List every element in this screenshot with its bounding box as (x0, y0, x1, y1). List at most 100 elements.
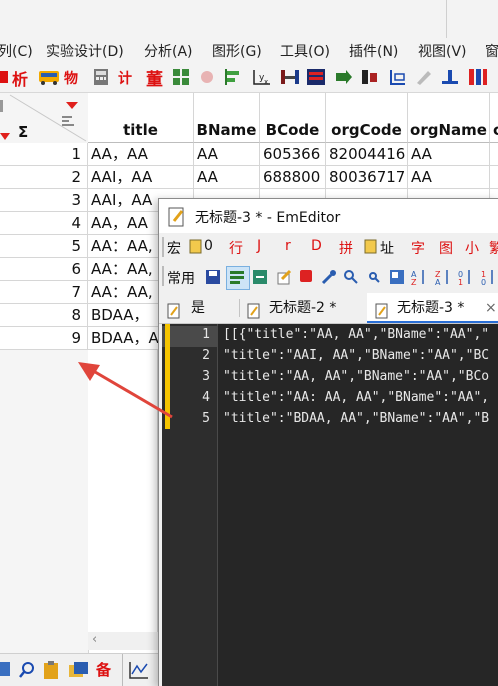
table-cell-empty[interactable] (88, 534, 158, 557)
macro-line-button[interactable]: 行 (229, 238, 243, 258)
table-cell-title[interactable]: AAI，AA (88, 166, 194, 189)
table-cell-empty[interactable] (88, 580, 158, 603)
align-left-icon[interactable] (224, 68, 242, 86)
row-number[interactable]: 6 (0, 258, 88, 281)
save-icon[interactable] (205, 269, 221, 289)
search-icon[interactable] (18, 661, 36, 683)
row-number[interactable]: 7 (0, 281, 88, 304)
calc-tool-button[interactable]: 计 (118, 68, 132, 88)
tab-shi[interactable]: 是 (165, 293, 235, 323)
tool-icon[interactable] (321, 269, 337, 289)
macro-addr-icon[interactable] (364, 239, 378, 259)
menu-graph[interactable]: 图形(G) (212, 41, 262, 61)
row-number[interactable]: 8 (0, 304, 88, 327)
code-line[interactable]: [[{"title":"AA, AA","BName":"AA"," (223, 327, 489, 342)
menu-addins[interactable]: 插件(N) (349, 41, 398, 61)
table-cell-more[interactable] (490, 166, 498, 189)
table-cell-empty[interactable] (88, 488, 158, 511)
grid-icon[interactable] (172, 68, 190, 86)
macro-pinyin-button[interactable]: 拼 (339, 238, 353, 258)
menu-columns[interactable]: 列(C) (0, 41, 33, 61)
sort-asc-icon[interactable]: AZ (411, 268, 427, 290)
table-cell-orgcode[interactable]: 82004416 (326, 143, 408, 166)
scale-icon[interactable] (440, 68, 458, 86)
chart-icon[interactable] (128, 660, 150, 684)
table-cell-bcode[interactable]: 688800 (260, 166, 326, 189)
table-icon[interactable] (306, 68, 325, 86)
macro-run-icon[interactable] (189, 239, 203, 259)
code-line[interactable]: "title":"BDAA, AA","BName":"AA","B (223, 411, 489, 426)
analyze-tool-button[interactable]: 析 (12, 66, 28, 90)
menu-view[interactable]: 视图(V) (418, 41, 467, 61)
code-line[interactable]: "title":"AA, AA","BName":"AA","BCo (223, 369, 489, 384)
table-cell-empty[interactable] (88, 557, 158, 580)
menu-doe[interactable]: 实验设计(D) (46, 41, 124, 61)
toolbar-cut-icon[interactable] (0, 68, 8, 86)
wrap-toggle[interactable] (226, 266, 250, 290)
macro-0-button[interactable]: 0 (204, 238, 213, 254)
window-icon[interactable] (0, 662, 10, 676)
col-header-title[interactable]: title (88, 93, 194, 143)
macro-small-button[interactable]: 小 (465, 238, 479, 258)
backup-button[interactable]: 备 (96, 659, 111, 680)
scroll-left-icon[interactable]: ‹ (92, 632, 97, 647)
row-number[interactable]: 3 (0, 189, 88, 212)
code-line[interactable]: "title":"AA: AA, AA","BName":"AA", (223, 390, 489, 405)
folders-icon[interactable] (68, 660, 90, 684)
table-cell-more[interactable] (490, 143, 498, 166)
table-cell-empty[interactable] (88, 511, 158, 534)
boxplot-icon[interactable] (360, 68, 378, 86)
table-cell-bname[interactable]: AA (194, 166, 260, 189)
object-tool-button[interactable]: 物 (64, 68, 78, 88)
table-cell-bcode[interactable]: 605366 (260, 143, 326, 166)
table-cell-orgcode[interactable]: 80036717 (326, 166, 408, 189)
sort-desc-icon[interactable]: ZA (435, 268, 451, 290)
bus-icon[interactable] (38, 68, 59, 86)
clipboard-icon[interactable] (42, 660, 60, 684)
sort-num-desc-icon[interactable]: 10 (481, 268, 497, 290)
row-number[interactable]: 4 (0, 212, 88, 235)
editor-area[interactable]: 1 2 3 4 5 [[{"title":"AA, AA","BName":"AA","… (162, 324, 498, 686)
matrix-icon[interactable] (468, 68, 487, 86)
macro-image-button[interactable]: 图 (439, 238, 453, 258)
find-icon[interactable] (343, 269, 359, 289)
arrow-right-icon[interactable] (334, 68, 352, 86)
col-header-more[interactable]: c (490, 93, 498, 143)
outline-icon[interactable] (389, 269, 405, 289)
macro-j-button[interactable]: J (257, 238, 261, 254)
code-line[interactable]: "title":"AAI, AA","BName":"AA","BC (223, 348, 489, 363)
col-header-orgcode[interactable]: orgCode (326, 93, 408, 143)
row-number[interactable]: 1 (0, 143, 88, 166)
macro-char-button[interactable]: 字 (411, 238, 425, 258)
sort-num-asc-icon[interactable]: 01 (458, 268, 474, 290)
replace-icon[interactable] (252, 269, 268, 289)
tab-untitled-2[interactable]: 无标题-2 * (245, 293, 365, 323)
menu-analyze[interactable]: 分析(A) (144, 41, 193, 61)
macro-r-button[interactable]: r (285, 238, 291, 254)
table-cell-bname[interactable]: AA (194, 143, 260, 166)
highlight-icon[interactable] (276, 269, 292, 289)
table-cell-title[interactable]: AA，AA (88, 143, 194, 166)
calculator-icon[interactable] (92, 68, 110, 86)
col-header-orgname[interactable]: orgName (408, 93, 490, 143)
table-cell-orgname[interactable]: AA (408, 166, 490, 189)
table-cell-empty[interactable] (88, 465, 158, 488)
macro-trad-button[interactable]: 繁 (489, 238, 498, 258)
col-header-bname[interactable]: BName (194, 93, 260, 143)
row-number[interactable]: 9 (0, 327, 88, 350)
find-next-icon[interactable] (366, 269, 382, 289)
h-bars-icon[interactable] (280, 68, 299, 86)
macro-d-button[interactable]: D (311, 238, 322, 254)
macro-address-button[interactable]: 址 (380, 238, 394, 258)
menu-window[interactable]: 窗 (485, 41, 498, 61)
paint-icon[interactable] (198, 68, 216, 86)
horizontal-scrollbar[interactable]: ‹ (88, 632, 158, 650)
pen-icon[interactable] (414, 68, 432, 86)
close-tab-icon[interactable]: × (485, 293, 497, 323)
table-cell-empty[interactable] (88, 603, 158, 626)
menu-tools[interactable]: 工具(O) (280, 41, 330, 61)
yx-plot-icon[interactable]: yx (252, 68, 270, 86)
row-number[interactable]: 2 (0, 166, 88, 189)
stop-icon[interactable] (300, 270, 312, 282)
bracket-chart-icon[interactable] (388, 68, 406, 86)
